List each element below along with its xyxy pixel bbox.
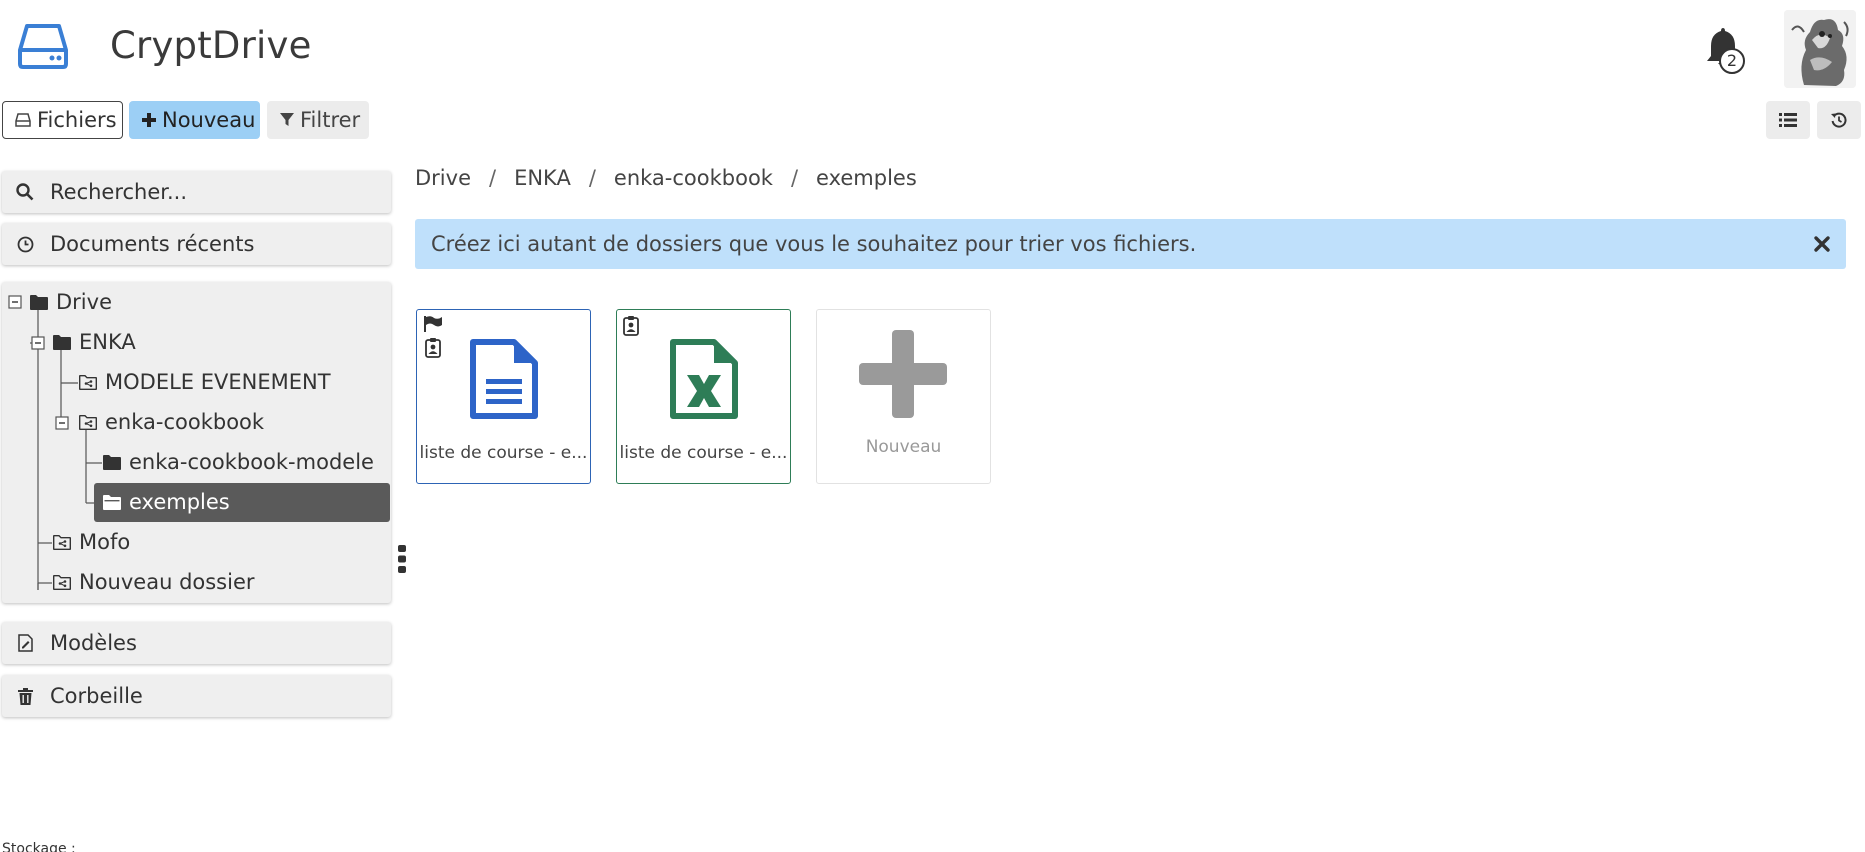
tree-item-enka-cookbook[interactable]: enka-cookbook — [79, 403, 264, 441]
breadcrumb-item[interactable]: enka-cookbook — [614, 166, 773, 190]
tree-item-drive[interactable]: Drive — [30, 283, 112, 321]
list-icon — [1779, 113, 1797, 127]
tree-item-label: enka-cookbook-modele — [129, 450, 374, 474]
folder-icon — [53, 334, 71, 350]
notification-count-badge: 2 — [1719, 48, 1745, 74]
flag-icon — [424, 316, 442, 332]
tree-item-exemples[interactable]: exemples — [103, 483, 230, 521]
trash-icon — [14, 687, 36, 705]
tree-item-label: Drive — [56, 290, 112, 314]
tree-item-label: exemples — [129, 490, 230, 514]
info-message: Créez ici autant de dossiers que vous le… — [431, 232, 1197, 256]
new-file-tile[interactable]: Nouveau — [816, 309, 991, 484]
storage-label: Stockage : — [2, 841, 76, 852]
document-file-icon — [470, 339, 538, 419]
tree-item-mofo[interactable]: Mofo — [53, 523, 130, 561]
file-name: liste de course - e... — [419, 443, 588, 463]
templates-label: Modèles — [50, 631, 137, 655]
file-card-document[interactable]: liste de course - e... — [416, 309, 591, 484]
info-banner: Créez ici autant de dossiers que vous le… — [415, 219, 1846, 269]
contact-card-icon — [425, 338, 441, 358]
breadcrumb-item[interactable]: exemples — [816, 166, 917, 190]
folder-open-icon — [103, 494, 121, 510]
avatar[interactable] — [1784, 10, 1856, 88]
template-file-icon — [14, 634, 36, 652]
breadcrumb: Drive / ENKA / enka-cookbook / exemples — [415, 166, 917, 190]
file-card-spreadsheet[interactable]: liste de course - e... — [616, 309, 791, 484]
breadcrumb-item[interactable]: Drive — [415, 166, 471, 190]
tree-item-label: Mofo — [79, 530, 131, 554]
file-name: liste de course - e... — [619, 443, 788, 463]
folder-icon — [30, 294, 48, 310]
list-view-button[interactable] — [1766, 101, 1810, 139]
sidebar-resize-handle[interactable] — [398, 545, 406, 573]
shared-folder-icon — [79, 374, 97, 390]
breadcrumb-separator: / — [790, 166, 799, 190]
contact-card-icon — [623, 316, 639, 336]
tree-item-enka-cookbook-modele[interactable]: enka-cookbook-modele — [103, 443, 374, 481]
tree-item-label: Nouveau dossier — [79, 570, 255, 594]
plus-icon — [859, 330, 947, 418]
shared-folder-icon — [53, 574, 71, 590]
history-button[interactable] — [1817, 101, 1861, 139]
tree-item-label: MODELE EVENEMENT — [105, 370, 331, 394]
tree-item-label: ENKA — [79, 330, 136, 354]
trash-section[interactable]: Corbeille — [2, 675, 391, 717]
tree-item-enka[interactable]: ENKA — [53, 323, 136, 361]
history-icon — [1831, 112, 1847, 128]
spreadsheet-file-icon — [670, 339, 738, 419]
folder-icon — [103, 454, 121, 470]
breadcrumb-separator: / — [489, 166, 497, 190]
breadcrumb-item[interactable]: ENKA — [514, 166, 571, 190]
close-icon[interactable] — [1812, 234, 1832, 254]
shared-folder-icon — [79, 414, 97, 430]
breadcrumb-separator: / — [588, 166, 596, 190]
tree-item-modele-evenement[interactable]: MODELE EVENEMENT — [79, 363, 331, 401]
tree-item-nouveau-dossier[interactable]: Nouveau dossier — [53, 563, 255, 601]
tree-item-label: enka-cookbook — [105, 410, 265, 434]
trash-label: Corbeille — [50, 684, 143, 708]
new-tile-label: Nouveau — [865, 437, 942, 457]
shared-folder-icon — [53, 534, 71, 550]
templates-section[interactable]: Modèles — [2, 622, 391, 664]
